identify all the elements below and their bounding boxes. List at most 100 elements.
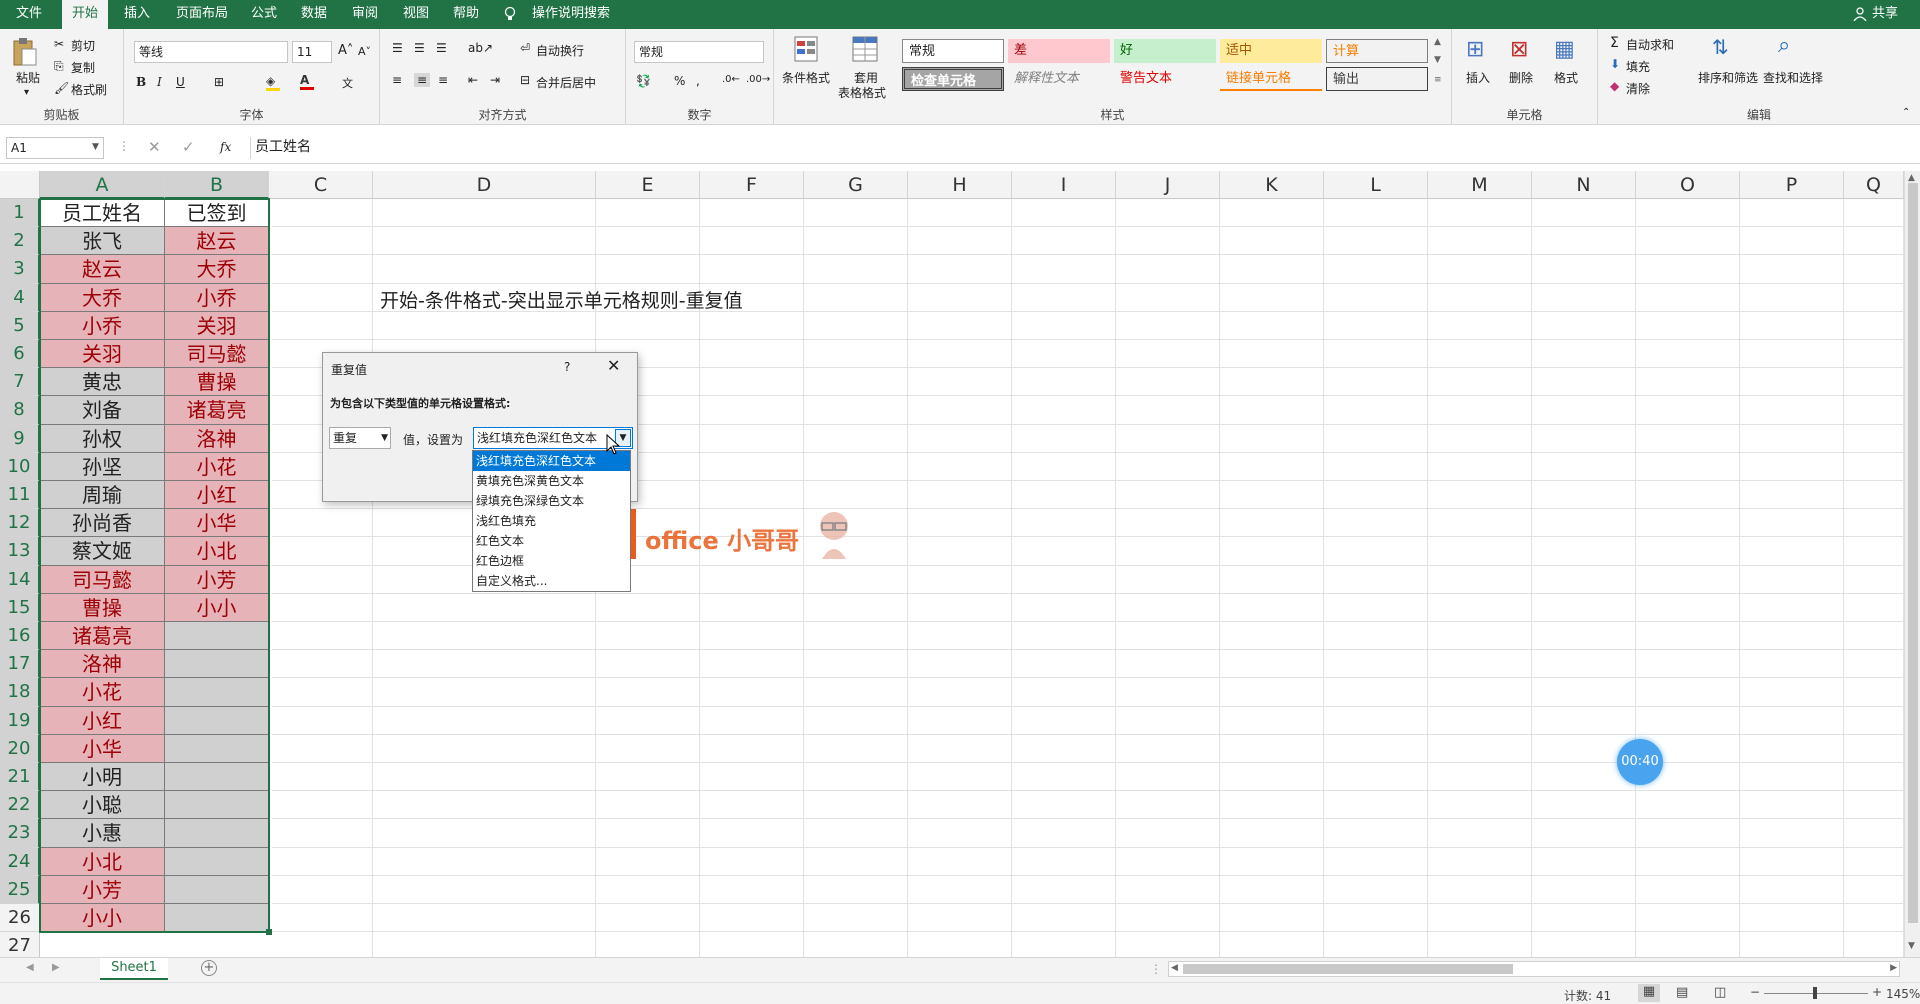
align-center-icon[interactable]: ≡ (414, 73, 431, 87)
cell-a16[interactable]: 诸葛亮 (40, 622, 165, 651)
cell-b17[interactable] (165, 650, 269, 679)
tell-me-search[interactable]: 操作说明搜索 (522, 0, 620, 29)
column-header-E[interactable]: E (596, 171, 700, 199)
tab-review[interactable]: 审阅 (342, 0, 388, 29)
style-output[interactable]: 输出 (1326, 67, 1428, 91)
cell-a3[interactable]: 赵云 (40, 255, 165, 284)
tab-data[interactable]: 数据 (291, 0, 337, 29)
styles-scroll-up-icon[interactable]: ▲ (1434, 37, 1441, 47)
style-normal[interactable]: 常规 (902, 39, 1004, 63)
column-header-C[interactable]: C (269, 171, 373, 199)
align-left-icon[interactable]: ≡ (392, 73, 402, 87)
cell-a10[interactable]: 孙坚 (40, 452, 165, 481)
conditional-format-icon[interactable] (794, 35, 824, 65)
cell-a13[interactable]: 蔡文姬 (40, 537, 165, 566)
column-header-O[interactable]: O (1636, 171, 1740, 199)
row-header-6[interactable]: 6 (0, 340, 40, 369)
row-header-4[interactable]: 4 (0, 283, 40, 312)
cell-a22[interactable]: 小聪 (40, 791, 165, 820)
column-header-I[interactable]: I (1012, 171, 1116, 199)
cell-b11[interactable]: 小红 (165, 481, 269, 510)
row-header-9[interactable]: 9 (0, 424, 40, 453)
zoom-level[interactable]: 145% (1886, 987, 1920, 1001)
style-linked-cell[interactable]: 链接单元格 (1220, 67, 1322, 91)
increase-decimal-icon[interactable]: .0← (722, 74, 740, 85)
cell-a15[interactable]: 曹操 (40, 593, 165, 622)
format-option-red-border[interactable]: 红色边框 (473, 551, 630, 571)
font-color-icon[interactable]: A (300, 73, 314, 90)
clear-button[interactable]: 清除 (1626, 80, 1650, 97)
cell-a26[interactable]: 小小 (40, 904, 165, 933)
cell-b9[interactable]: 洛神 (165, 424, 269, 453)
cell-b2[interactable]: 赵云 (165, 227, 269, 256)
column-header-L[interactable]: L (1324, 171, 1428, 199)
cell-a21[interactable]: 小明 (40, 763, 165, 792)
copy-button[interactable]: 复制 (71, 59, 95, 76)
cell-a7[interactable]: 黄忠 (40, 368, 165, 397)
sort-filter-icon[interactable]: ⇅ (1712, 35, 1729, 59)
format-option-custom[interactable]: 自定义格式... (473, 571, 630, 591)
scroll-left-icon[interactable]: ◀ (1171, 963, 1178, 973)
sort-filter-button[interactable]: 排序和筛选 (1698, 69, 1758, 86)
row-header-16[interactable]: 16 (0, 622, 40, 651)
style-explanatory[interactable]: 解释性文本 (1008, 67, 1110, 91)
add-sheet-icon[interactable]: + (201, 960, 217, 976)
vertical-scrollbar[interactable]: ▲ ▼ (1904, 171, 1920, 957)
row-header-8[interactable]: 8 (0, 396, 40, 425)
cell-a14[interactable]: 司马懿 (40, 565, 165, 594)
comma-style-icon[interactable]: , (696, 74, 700, 88)
column-header-D[interactable]: D (373, 171, 596, 199)
font-size-select[interactable]: 11 (292, 41, 332, 63)
tab-home[interactable]: 开始 (62, 0, 109, 29)
cell-b4[interactable]: 小乔 (165, 283, 269, 312)
cut-button[interactable]: 剪切 (71, 37, 95, 54)
insert-cells-icon[interactable]: ⊞ (1466, 37, 1484, 62)
cell-b15[interactable]: 小小 (165, 593, 269, 622)
dialog-close-icon[interactable]: ✕ (607, 356, 620, 375)
cell-b23[interactable] (165, 819, 269, 848)
column-header-Q[interactable]: Q (1844, 171, 1904, 199)
column-header-J[interactable]: J (1116, 171, 1220, 199)
format-as-table-label-2[interactable]: 表格格式 (838, 84, 886, 101)
style-neutral[interactable]: 适中 (1220, 39, 1322, 63)
style-check-cell[interactable]: 检查单元格 (902, 67, 1004, 91)
format-as-table-icon[interactable] (852, 35, 882, 65)
scroll-down-icon[interactable]: ▼ (1908, 941, 1915, 951)
prev-sheet-icon[interactable]: ◀ (26, 962, 34, 973)
cell-b10[interactable]: 小花 (165, 452, 269, 481)
fill-icon[interactable]: ⬇ (1610, 57, 1620, 71)
increase-font-icon[interactable]: A˄ (338, 43, 353, 58)
tab-split-handle-icon[interactable]: ⋮ (1150, 962, 1162, 976)
column-header-P[interactable]: P (1740, 171, 1844, 199)
cell-b8[interactable]: 诸葛亮 (165, 396, 269, 425)
cell-a1[interactable]: 员工姓名 (40, 199, 165, 228)
cell-b14[interactable]: 小芳 (165, 565, 269, 594)
find-select-button[interactable]: 查找和选择 (1763, 69, 1823, 86)
orientation-icon[interactable]: ab↗ (468, 41, 493, 55)
cell-b6[interactable]: 司马懿 (165, 340, 269, 369)
share-button[interactable]: 共享 (1862, 0, 1908, 29)
row-header-19[interactable]: 19 (0, 706, 40, 735)
scroll-right-icon[interactable]: ▶ (1890, 963, 1897, 973)
align-bottom-icon[interactable]: ☰ (436, 41, 447, 55)
cell-b5[interactable]: 关羽 (165, 311, 269, 340)
fill-button[interactable]: 填充 (1626, 58, 1650, 75)
name-box[interactable]: A1 (6, 137, 104, 159)
paste-icon[interactable] (12, 37, 38, 67)
cell-a18[interactable]: 小花 (40, 678, 165, 707)
fill-handle[interactable] (266, 929, 272, 936)
copy-icon[interactable]: ⎘ (54, 59, 64, 74)
row-header-7[interactable]: 7 (0, 368, 40, 397)
dialog-help-button[interactable]: ? (564, 360, 570, 374)
fill-color-icon[interactable]: ◈ (266, 74, 280, 91)
format-option-green[interactable]: 绿填充色深绿色文本 (473, 491, 630, 511)
format-cells-button[interactable]: 格式 (1554, 69, 1578, 86)
cancel-entry-icon[interactable]: ✕ (148, 138, 161, 156)
font-name-select[interactable]: 等线 (134, 41, 288, 63)
row-header-14[interactable]: 14 (0, 565, 40, 594)
align-right-icon[interactable]: ≡ (438, 73, 448, 87)
merge-center-icon[interactable]: ⊟ (520, 73, 530, 87)
wrap-text-icon[interactable]: ⏎ (520, 41, 530, 55)
row-header-5[interactable]: 5 (0, 311, 40, 340)
cell-a20[interactable]: 小华 (40, 734, 165, 763)
